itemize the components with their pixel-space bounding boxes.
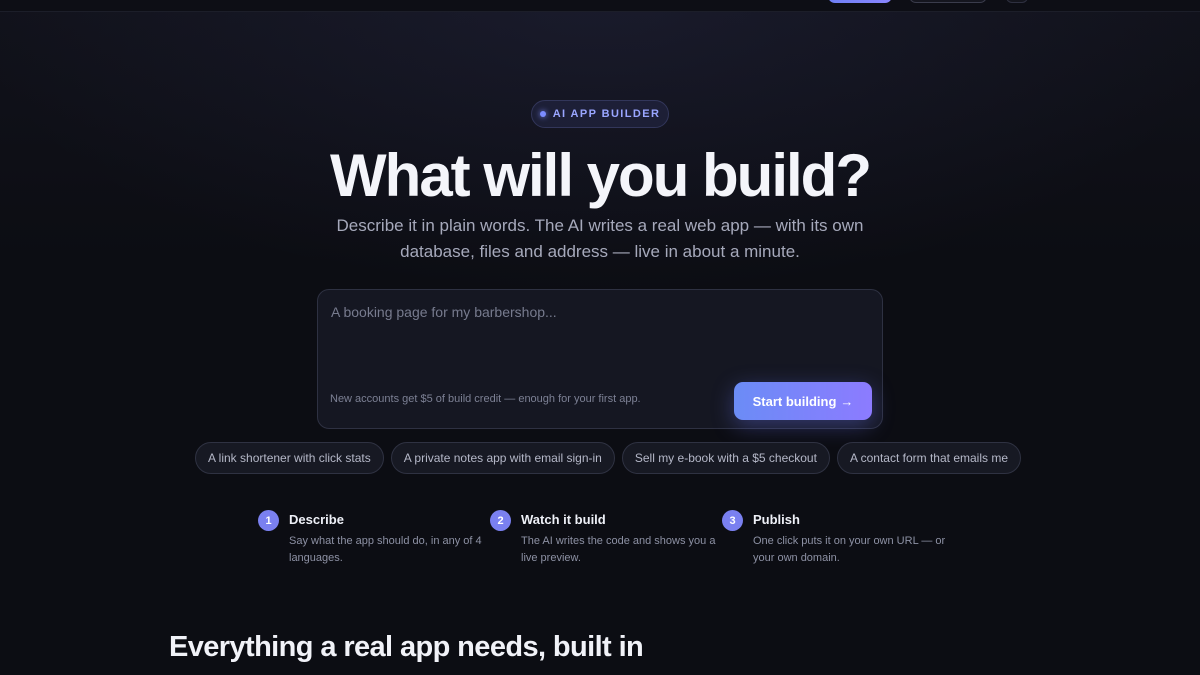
step-description: Say what the app should do, in any of 4 … bbox=[289, 535, 482, 564]
top-nav bbox=[0, 0, 1200, 12]
step-description: One click puts it on your own URL — or y… bbox=[753, 535, 946, 564]
nav-secondary-button[interactable] bbox=[909, 0, 987, 3]
hero-title: What will you build? bbox=[330, 142, 872, 209]
suggestion-chip[interactable]: A private notes app with email sign-in bbox=[390, 442, 615, 474]
suggestion-chip[interactable]: A contact form that emails me bbox=[836, 442, 1021, 474]
prompt-box: New accounts get $5 of build credit — en… bbox=[317, 289, 883, 429]
features-section-title: Everything a real app needs, built in bbox=[169, 631, 644, 663]
badge-dot-icon bbox=[539, 111, 546, 117]
arrow-right-icon: → bbox=[840, 393, 854, 409]
nav-menu-icon[interactable] bbox=[1006, 0, 1028, 3]
landing-page: AI APP BUILDER What will you build? Desc… bbox=[0, 0, 1200, 675]
step-number-badge: 1 bbox=[258, 510, 279, 531]
suggestion-chip[interactable]: Sell my e-book with a $5 checkout bbox=[621, 442, 830, 474]
start-building-label: Start building bbox=[752, 393, 837, 409]
step-title: Watch it build bbox=[521, 512, 606, 527]
suggestion-chips: A link shortener with click stats A priv… bbox=[195, 442, 1021, 474]
hero-subtitle: Describe it in plain words. The AI write… bbox=[336, 216, 864, 261]
step-title: Describe bbox=[289, 512, 344, 527]
step-title: Publish bbox=[753, 512, 800, 527]
ai-app-builder-badge: AI APP BUILDER bbox=[531, 100, 669, 128]
nav-primary-button[interactable] bbox=[828, 0, 892, 3]
suggestion-chip[interactable]: A link shortener with click stats bbox=[195, 442, 384, 474]
step-description: The AI writes the code and shows you a l… bbox=[521, 535, 716, 564]
badge-label: AI APP BUILDER bbox=[552, 108, 661, 120]
credit-note: New accounts get $5 of build credit — en… bbox=[330, 393, 641, 405]
app-description-input[interactable] bbox=[331, 304, 869, 374]
step-number-badge: 2 bbox=[490, 510, 511, 531]
how-it-works-steps: 1 Describe Say what the app should do, i… bbox=[258, 509, 958, 579]
start-building-button[interactable]: Start building → bbox=[734, 382, 872, 420]
step-number-badge: 3 bbox=[722, 510, 743, 531]
